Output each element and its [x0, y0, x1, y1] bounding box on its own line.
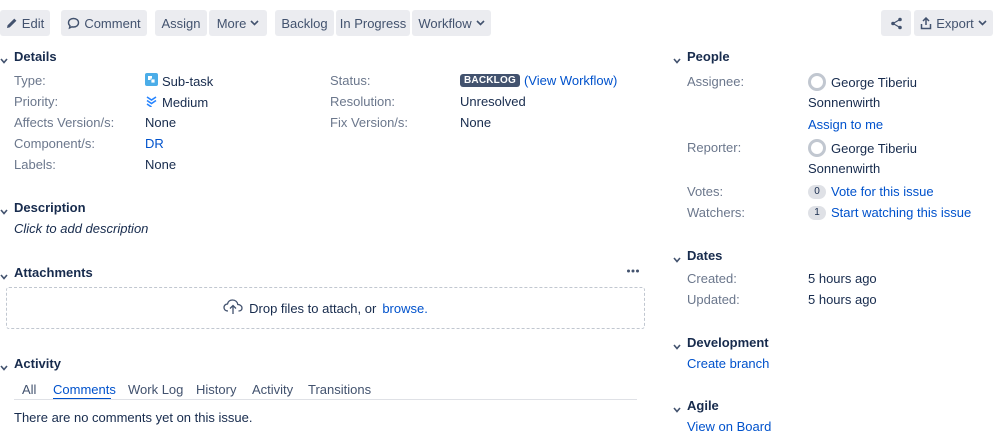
type-value: Sub-task	[145, 73, 213, 89]
chevron-down-icon	[0, 360, 8, 371]
tab-history[interactable]: History	[196, 382, 236, 397]
more-button[interactable]: More	[209, 10, 267, 36]
updated-label: Updated:	[687, 292, 740, 307]
vote-link[interactable]: Vote for this issue	[831, 184, 934, 199]
workflow-button[interactable]: Workflow	[412, 10, 491, 36]
chevron-down-icon	[0, 53, 8, 64]
create-branch-link[interactable]: Create branch	[687, 356, 769, 371]
resolution-label: Resolution:	[330, 94, 396, 109]
type-label: Type:	[14, 73, 46, 88]
chevron-down-icon	[673, 252, 681, 263]
details-toggle[interactable]: Details	[0, 49, 57, 64]
development-title: Development	[687, 335, 769, 350]
browse-link[interactable]: browse.	[382, 301, 428, 316]
activity-toggle[interactable]: Activity	[0, 356, 61, 371]
votes-value: 0 Vote for this issue	[808, 184, 934, 199]
tab-all[interactable]: All	[22, 382, 36, 397]
description-toggle[interactable]: Description	[0, 200, 86, 215]
watchers-label: Watchers:	[687, 205, 746, 220]
status-value: BACKLOG (View Workflow)	[460, 73, 617, 88]
people-title: People	[687, 49, 730, 64]
export-button[interactable]: Export	[914, 10, 993, 36]
attachment-dropzone[interactable]: Drop files to attach, or browse.	[6, 287, 645, 329]
status-label: Status:	[330, 73, 371, 88]
assign-to-me-link[interactable]: Assign to me	[808, 117, 883, 132]
component-link[interactable]: DR	[145, 136, 164, 151]
component-label: Component/s:	[14, 136, 95, 151]
activity-title: Activity	[14, 356, 61, 371]
drop-files-text: Drop files to attach, or	[249, 300, 377, 316]
agile-title: Agile	[687, 398, 719, 413]
attachments-title: Attachments	[14, 265, 93, 280]
fix-version-label: Fix Version/s:	[330, 115, 409, 130]
subtask-icon	[145, 73, 158, 89]
avatar	[808, 73, 826, 91]
chevron-down-icon	[673, 402, 681, 413]
view-workflow-link[interactable]: (View Workflow)	[524, 73, 617, 88]
chevron-down-icon	[0, 269, 8, 280]
description-title: Description	[14, 200, 86, 215]
affects-version-label: Affects Version/s:	[14, 115, 115, 130]
watchers-count-badge: 1	[808, 205, 826, 220]
cloud-upload-icon	[223, 298, 243, 318]
updated-value: 5 hours ago	[808, 292, 877, 307]
reporter-label: Reporter:	[687, 140, 742, 155]
assign-button[interactable]: Assign	[155, 10, 207, 36]
comment-icon	[67, 17, 80, 30]
dates-title: Dates	[687, 248, 723, 263]
priority-value: Medium	[145, 94, 208, 110]
assignee-value[interactable]: George Tiberiu	[808, 73, 917, 91]
assignee-name-continued: Sonnenwirth	[808, 95, 881, 110]
reporter-value: George Tiberiu	[808, 139, 917, 157]
description-field[interactable]: Click to add description	[14, 221, 148, 236]
export-icon	[920, 16, 932, 30]
edit-button[interactable]: Edit	[0, 10, 50, 36]
labels-value: None	[145, 157, 177, 172]
chevron-down-icon	[673, 339, 681, 350]
chevron-down-icon	[476, 20, 485, 26]
resolution-value: Unresolved	[460, 94, 526, 109]
affects-version-value: None	[145, 115, 177, 130]
fix-version-value: None	[460, 115, 492, 130]
attachments-toggle[interactable]: Attachments	[0, 265, 93, 280]
pencil-icon	[6, 17, 18, 29]
assignee-label: Assignee:	[687, 74, 745, 89]
chevron-down-icon	[673, 53, 681, 64]
medium-priority-icon	[145, 94, 158, 110]
votes-count-badge: 0	[808, 184, 826, 199]
chevron-down-icon	[978, 20, 987, 26]
reporter-name-continued: Sonnenwirth	[808, 161, 881, 176]
agile-toggle[interactable]: Agile	[673, 398, 719, 413]
view-on-board-link[interactable]: View on Board	[687, 419, 771, 434]
backlog-button[interactable]: Backlog	[275, 10, 334, 36]
priority-label: Priority:	[14, 94, 59, 109]
more-options-icon[interactable]	[626, 264, 640, 281]
tab-work-log[interactable]: Work Log	[128, 382, 183, 397]
dates-toggle[interactable]: Dates	[673, 248, 722, 263]
no-comments-text: There are no comments yet on this issue.	[14, 410, 253, 425]
avatar	[808, 139, 826, 157]
tab-activity[interactable]: Activity	[252, 382, 293, 397]
created-label: Created:	[687, 271, 737, 286]
details-title: Details	[14, 49, 57, 64]
votes-label: Votes:	[687, 184, 724, 199]
status-badge: BACKLOG	[460, 74, 520, 87]
development-toggle[interactable]: Development	[673, 335, 769, 350]
tab-transitions[interactable]: Transitions	[308, 382, 371, 397]
comment-button[interactable]: Comment	[61, 10, 147, 36]
tab-comments[interactable]: Comments	[53, 382, 116, 397]
labels-label: Labels:	[14, 157, 56, 172]
chevron-down-icon	[250, 20, 259, 26]
share-icon	[890, 17, 903, 30]
watch-link[interactable]: Start watching this issue	[831, 205, 971, 220]
share-button[interactable]	[881, 10, 911, 36]
watchers-value: 1 Start watching this issue	[808, 205, 971, 220]
created-value: 5 hours ago	[808, 271, 877, 286]
people-toggle[interactable]: People	[673, 49, 730, 64]
chevron-down-icon	[0, 204, 8, 215]
tabs-divider	[14, 399, 637, 400]
in-progress-button[interactable]: In Progress	[336, 10, 410, 36]
